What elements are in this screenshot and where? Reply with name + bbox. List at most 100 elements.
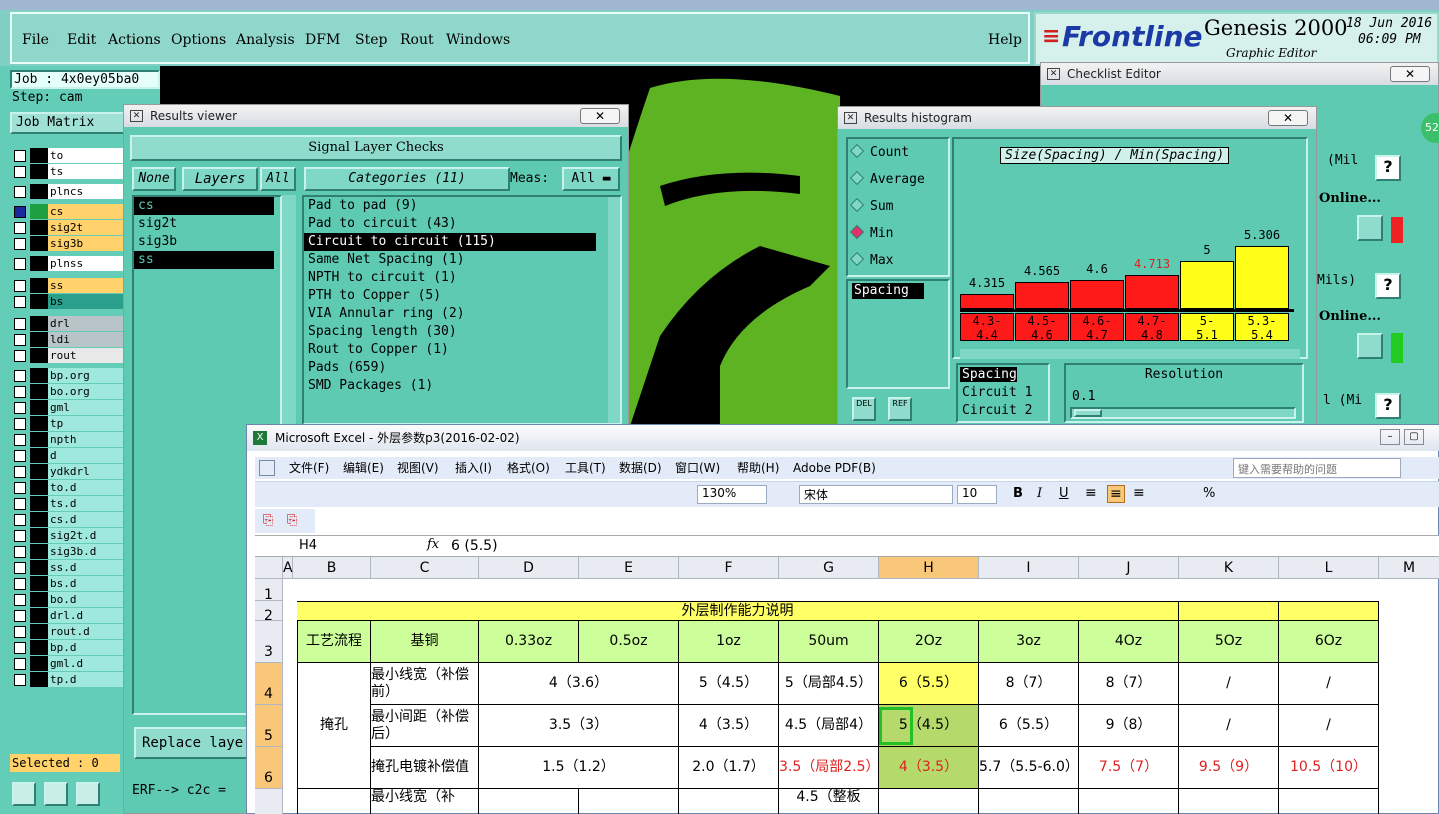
- menu-file[interactable]: File: [22, 32, 49, 48]
- layer-checkbox[interactable]: [14, 674, 26, 686]
- data-cell[interactable]: 10.5（10）: [1279, 747, 1379, 789]
- mode-radio-count[interactable]: Count: [849, 143, 909, 163]
- layer-checkbox[interactable]: [14, 150, 26, 162]
- align-left-icon[interactable]: ≡: [1085, 485, 1097, 501]
- process-cell[interactable]: 掩孔: [297, 663, 371, 789]
- excel-menu-item[interactable]: 工具(T): [565, 457, 606, 479]
- layers-button[interactable]: Layers: [182, 167, 258, 191]
- data-cell[interactable]: 6（5.5）: [879, 663, 979, 705]
- excel-menu-item[interactable]: 文件(F): [289, 457, 329, 479]
- column-header[interactable]: J: [1079, 557, 1179, 579]
- close-icon[interactable]: ✕: [580, 108, 620, 124]
- layer-checkbox[interactable]: [14, 642, 26, 654]
- data-cell[interactable]: 3.5（局部2.5）: [779, 747, 880, 789]
- layer-list-item[interactable]: sig3b: [134, 233, 280, 251]
- row-header[interactable]: 4: [255, 663, 283, 705]
- layer-checkbox[interactable]: [14, 296, 26, 308]
- menu-edit[interactable]: Edit: [67, 32, 96, 48]
- zoom-select[interactable]: 130%: [697, 485, 767, 504]
- row-header[interactable]: 2: [255, 601, 283, 624]
- close-icon[interactable]: ✕: [1268, 110, 1308, 126]
- layer-checkbox[interactable]: [14, 514, 26, 526]
- layer-checkbox[interactable]: [14, 418, 26, 430]
- grid-icon[interactable]: [76, 782, 100, 806]
- layer-checkbox[interactable]: [14, 206, 26, 218]
- zoom-icon-1[interactable]: [1357, 215, 1383, 241]
- layer-row[interactable]: cs.d: [14, 512, 136, 527]
- layer-checkbox[interactable]: [14, 350, 26, 362]
- column-header[interactable]: H: [879, 557, 979, 579]
- category-list-item[interactable]: Spacing length (30): [304, 323, 620, 341]
- underline-icon[interactable]: U: [1059, 486, 1069, 501]
- table-cell[interactable]: [879, 789, 979, 814]
- restore-icon[interactable]: ▢: [1404, 429, 1424, 445]
- data-cell[interactable]: 9（8）: [1079, 705, 1179, 747]
- table-cell[interactable]: [679, 789, 779, 814]
- layer-row[interactable]: ldi: [14, 332, 136, 347]
- excel-menu-item[interactable]: 窗口(W): [675, 457, 720, 479]
- layer-checkbox[interactable]: [14, 434, 26, 446]
- table-cell[interactable]: [1179, 789, 1279, 814]
- menu-options[interactable]: Options: [171, 32, 226, 48]
- excel-menu-item[interactable]: 格式(O): [507, 457, 550, 479]
- table-cell[interactable]: [1079, 789, 1179, 814]
- layer-row[interactable]: bo.d: [14, 592, 136, 607]
- category-list-item[interactable]: VIA Annular ring (2): [304, 305, 620, 323]
- row-header[interactable]: 1: [255, 579, 283, 603]
- all-button[interactable]: All: [260, 167, 296, 191]
- layer-row[interactable]: plnss: [14, 256, 136, 271]
- menu-analysis[interactable]: Analysis: [236, 32, 295, 48]
- menu-step[interactable]: Step: [355, 32, 387, 48]
- layer-list-item[interactable]: cs: [134, 197, 274, 215]
- ref-button[interactable]: REF: [888, 397, 912, 421]
- table-cell[interactable]: [579, 789, 679, 814]
- layer-row[interactable]: rout: [14, 348, 136, 363]
- data-cell[interactable]: 5（4.5）: [679, 663, 779, 705]
- layer-checkbox[interactable]: [14, 334, 26, 346]
- layer-row[interactable]: npth: [14, 432, 136, 447]
- column-header[interactable]: D: [479, 557, 579, 579]
- column-header[interactable]: M: [1379, 557, 1439, 579]
- font-select[interactable]: 宋体: [799, 485, 953, 504]
- category-list-item[interactable]: Pads (659): [304, 359, 620, 377]
- layer-row[interactable]: sig2t: [14, 220, 136, 235]
- attr-item[interactable]: Circuit 2: [960, 403, 1032, 418]
- data-cell[interactable]: 最小间距（补偿后）: [371, 705, 479, 747]
- layer-checkbox[interactable]: [14, 482, 26, 494]
- layer-row[interactable]: drl.d: [14, 608, 136, 623]
- attr-item[interactable]: Spacing: [960, 367, 1017, 382]
- excel-menu-item[interactable]: 插入(I): [455, 457, 492, 479]
- column-header[interactable]: I: [979, 557, 1079, 579]
- excel-menu-item[interactable]: 编辑(E): [343, 457, 384, 479]
- category-list-item[interactable]: Same Net Spacing (1): [304, 251, 620, 269]
- layer-row[interactable]: ss.d: [14, 560, 136, 575]
- layer-row[interactable]: bs.d: [14, 576, 136, 591]
- layer-checkbox[interactable]: [14, 318, 26, 330]
- layer-row[interactable]: sig3b: [14, 236, 136, 251]
- column-header[interactable]: G: [779, 557, 879, 579]
- layer-checkbox[interactable]: [14, 466, 26, 478]
- header-cell[interactable]: 2Oz: [879, 621, 979, 663]
- align-center-icon[interactable]: ≡: [1107, 485, 1125, 503]
- data-cell[interactable]: /: [1279, 663, 1379, 705]
- data-cell[interactable]: 4.5（局部4）: [779, 705, 879, 747]
- header-cell[interactable]: 0.5oz: [579, 621, 679, 663]
- layer-checkbox[interactable]: [14, 530, 26, 542]
- category-list-item[interactable]: PTH to Copper (5): [304, 287, 620, 305]
- column-header[interactable]: B: [293, 557, 371, 579]
- zoom-fit-icon[interactable]: [12, 782, 36, 806]
- column-header[interactable]: L: [1279, 557, 1379, 579]
- data-cell[interactable]: 9.5（9）: [1179, 747, 1279, 789]
- column-header[interactable]: A: [283, 557, 293, 579]
- italic-icon[interactable]: I: [1037, 486, 1042, 501]
- header-cell[interactable]: 5Oz: [1179, 621, 1279, 663]
- layer-row[interactable]: ss: [14, 278, 136, 293]
- row-header[interactable]: 5: [255, 705, 283, 747]
- horizontal-scrollbar[interactable]: [960, 349, 1300, 359]
- del-button[interactable]: DEL: [852, 397, 876, 421]
- histogram-bar[interactable]: [1070, 280, 1124, 309]
- layer-checkbox[interactable]: [14, 370, 26, 382]
- resolution-slider[interactable]: [1070, 407, 1296, 419]
- layer-row[interactable]: to.d: [14, 480, 136, 495]
- attr-list[interactable]: Spacing Circuit 1 Circuit 2: [956, 363, 1050, 423]
